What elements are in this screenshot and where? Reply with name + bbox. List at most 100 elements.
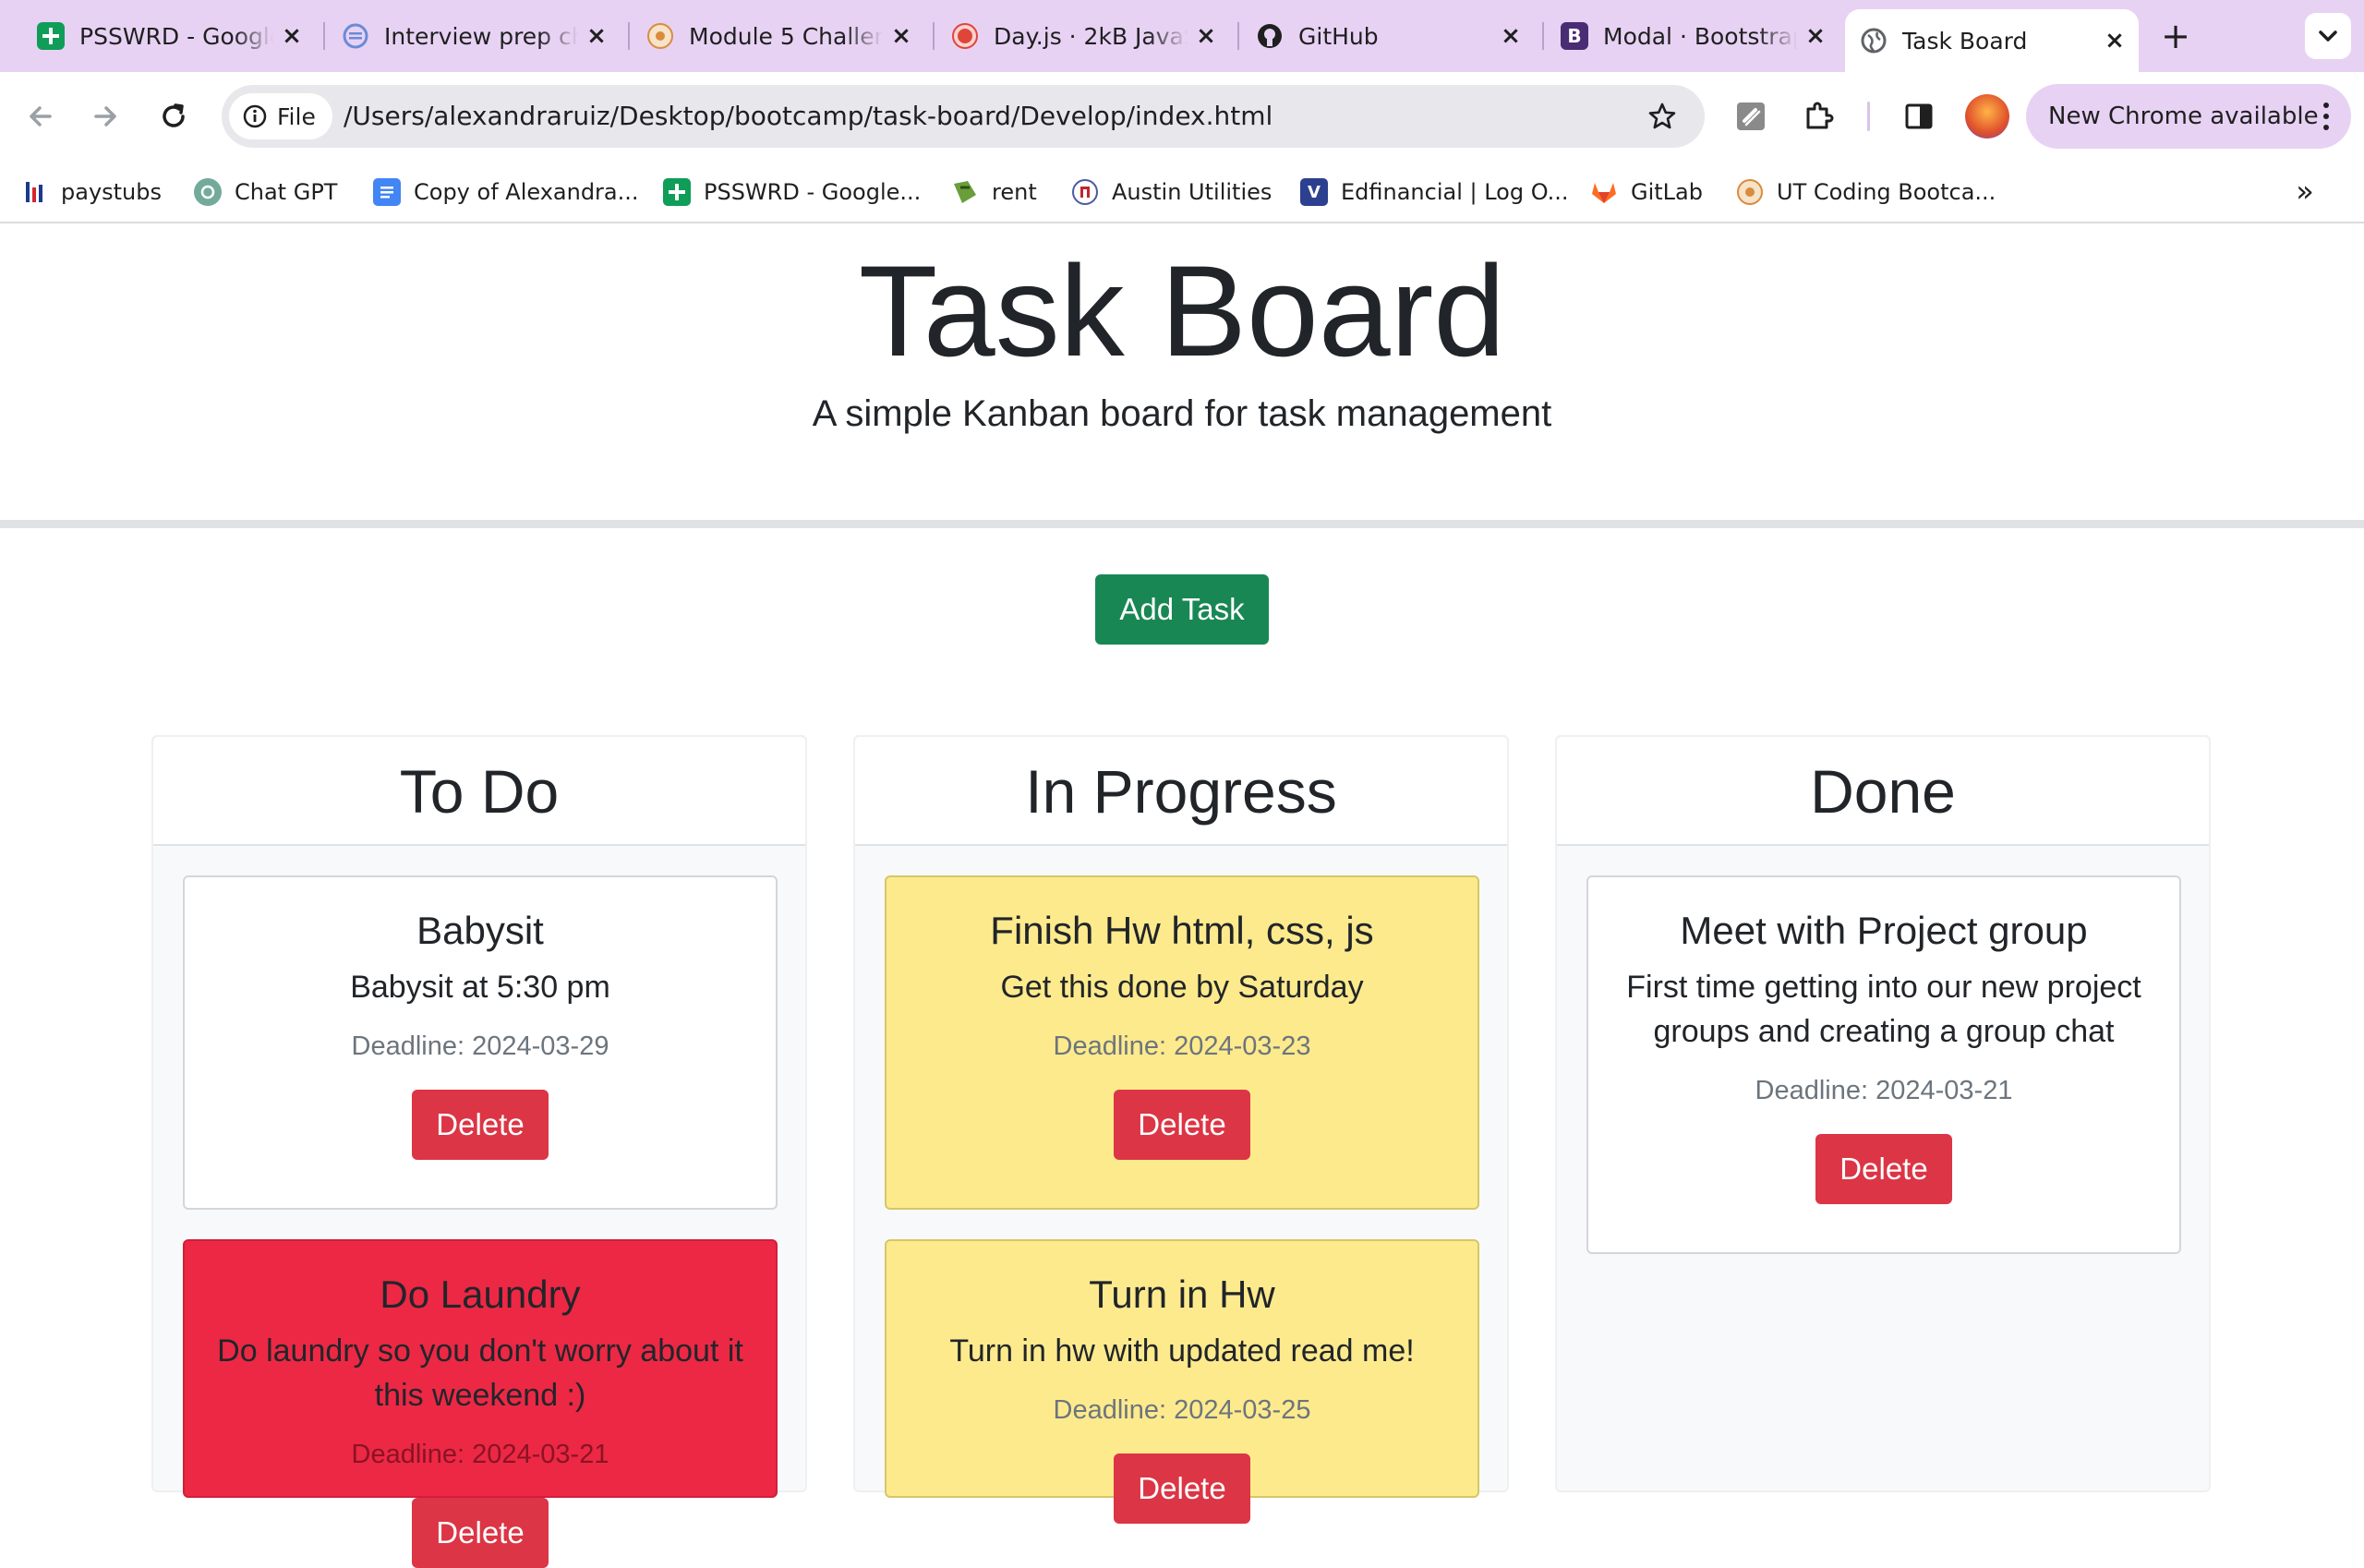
url-text[interactable]: /Users/alexandraruiz/Desktop/bootcamp/ta…	[344, 85, 1272, 148]
bookmark-label: Copy of Alexandra...	[414, 179, 639, 205]
lane-title: To Do	[399, 757, 560, 826]
bootstrap-icon: B	[1561, 22, 1588, 50]
tab-title: PSSWRD - Google Sheets	[79, 22, 273, 50]
task-deadline: Deadline: 2024-03-23	[1053, 1031, 1311, 1061]
close-icon[interactable]: ×	[1500, 24, 1522, 48]
gitlab-icon	[1590, 178, 1618, 206]
tab-divider	[1542, 22, 1544, 50]
tab-search-button[interactable]	[2305, 13, 2351, 59]
lane-done: Done Meet with Project group First time …	[1555, 735, 2211, 1492]
extension-tag-icon	[1737, 103, 1765, 130]
bookmark-chat-gpt[interactable]: Chat GPT	[194, 175, 337, 209]
close-icon[interactable]: ×	[281, 24, 303, 48]
austin-icon	[1071, 178, 1099, 206]
task-card[interactable]: Finish Hw html, css, js Get this done by…	[885, 875, 1479, 1210]
tab-modal-bootstrap[interactable]: B Modal · Bootstrap ×	[1546, 11, 1839, 61]
close-icon[interactable]: ×	[585, 24, 608, 48]
bookmark-psswrd[interactable]: PSSWRD - Google...	[663, 175, 921, 209]
close-icon[interactable]: ×	[1804, 24, 1827, 48]
bookmark-copy-of-alexandra[interactable]: Copy of Alexandra...	[373, 175, 639, 209]
profile-avatar[interactable]	[1965, 94, 2009, 139]
tab-divider	[933, 22, 935, 50]
reload-button[interactable]	[151, 94, 196, 139]
ut-seal-icon	[646, 22, 674, 50]
task-deadline: Deadline: 2024-03-29	[351, 1031, 609, 1061]
bookmark-label: PSSWRD - Google...	[704, 179, 922, 205]
back-button[interactable]	[18, 94, 63, 139]
tab-dayjs[interactable]: Day.js · 2kB JavaScript ×	[936, 11, 1230, 61]
bookmarks-bar: paystubs Chat GPT Copy of Alexandra... P…	[0, 161, 2364, 223]
globe-icon	[1860, 27, 1888, 54]
tab-task-board[interactable]: Task Board ×	[1845, 9, 2139, 72]
lane-to-do: To Do Babysit Babysit at 5:30 pm Deadlin…	[151, 735, 807, 1568]
task-title: Finish Hw html, css, js	[990, 909, 1374, 952]
delete-button[interactable]: Delete	[1114, 1089, 1250, 1160]
task-description: Get this done by Saturday	[1000, 969, 1364, 1005]
sheets-icon	[663, 178, 691, 206]
task-card[interactable]: Meet with Project group First time getti…	[1586, 875, 2181, 1254]
tab-interview-prep[interactable]: Interview prep checklist ×	[327, 11, 621, 61]
forward-button[interactable]	[83, 94, 127, 139]
bookmark-paystubs[interactable]: paystubs	[20, 175, 162, 209]
new-tab-button[interactable]: +	[2157, 18, 2194, 55]
tab-divider	[628, 22, 630, 50]
tab-psswrd[interactable]: PSSWRD - Google Sheets ×	[22, 11, 316, 61]
bookmark-edfinancial[interactable]: V Edfinancial | Log O...	[1300, 175, 1569, 209]
bookmark-label: Chat GPT	[235, 179, 338, 205]
delete-button[interactable]: Delete	[1815, 1133, 1952, 1204]
star-icon[interactable]	[1647, 102, 1677, 131]
github-icon	[1256, 22, 1284, 50]
info-icon	[243, 104, 267, 128]
close-icon[interactable]: ×	[1195, 24, 1217, 48]
task-description: Do laundry so you don't worry about it t…	[217, 1333, 743, 1413]
site-info-label: File	[277, 103, 316, 130]
ut-seal-icon	[1736, 178, 1764, 206]
chrome-update-button[interactable]: New Chrome available	[2026, 84, 2351, 149]
arrow-right-icon	[94, 106, 116, 127]
side-panel-button[interactable]	[1897, 94, 1941, 139]
bookmark-ut-coding-bootcamp[interactable]: UT Coding Bootca...	[1736, 175, 1996, 209]
tab-github[interactable]: GitHub ×	[1241, 11, 1535, 61]
close-icon[interactable]: ×	[890, 24, 912, 48]
paystubs-icon	[20, 178, 48, 206]
close-icon[interactable]: ×	[2104, 29, 2126, 53]
task-title: Babysit	[416, 909, 544, 952]
puzzle-icon	[1806, 102, 1834, 129]
rent-icon	[951, 178, 979, 206]
side-panel-icon	[1905, 103, 1933, 129]
bookmark-label: GitLab	[1631, 179, 1703, 205]
sheets-icon	[37, 22, 65, 50]
task-deadline: Deadline: 2024-03-21	[1755, 1075, 2013, 1105]
extensions-menu-button[interactable]	[1797, 94, 1841, 139]
delete-button[interactable]: Delete	[1114, 1453, 1250, 1524]
lane-title: Done	[1810, 757, 1956, 826]
lane-header: In Progress	[855, 737, 1507, 846]
lane-title: In Progress	[1025, 757, 1337, 826]
bookmark-gitlab[interactable]: GitLab	[1590, 175, 1703, 209]
tab-title: Task Board	[1902, 27, 2028, 54]
browser-toolbar: File /Users/alexandraruiz/Desktop/bootca…	[0, 72, 2364, 161]
task-card[interactable]: Do Laundry Do laundry so you don't worry…	[183, 1239, 778, 1568]
chevron-down-icon	[2319, 30, 2337, 42]
task-card[interactable]: Turn in Hw Turn in hw with updated read …	[885, 1239, 1479, 1524]
bookmark-rent[interactable]: rent	[951, 175, 1037, 209]
task-card[interactable]: Babysit Babysit at 5:30 pm Deadline: 202…	[183, 875, 778, 1210]
bookmark-austin-utilities[interactable]: Austin Utilities	[1071, 175, 1272, 209]
extension-button[interactable]	[1729, 94, 1773, 139]
add-task-button[interactable]: Add Task	[1095, 574, 1269, 645]
site-info-chip[interactable]: File	[229, 93, 332, 139]
toolbar-divider	[1867, 102, 1870, 131]
tab-module-5[interactable]: Module 5 Challenge ×	[632, 11, 925, 61]
task-deadline: Deadline: 2024-03-21	[351, 1439, 609, 1469]
globe-lines-icon	[342, 22, 369, 50]
bookmarks-overflow-button[interactable]: »	[2288, 175, 2322, 209]
edfinancial-icon: V	[1300, 178, 1328, 206]
page-header: Task Board A simple Kanban board for tas…	[0, 223, 2364, 528]
address-bar[interactable]: File /Users/alexandraruiz/Desktop/bootca…	[222, 85, 1705, 148]
delete-button[interactable]: Delete	[412, 1497, 549, 1568]
delete-button[interactable]: Delete	[412, 1089, 549, 1160]
dayjs-icon	[951, 22, 979, 50]
task-description: Babysit at 5:30 pm	[350, 969, 610, 1005]
bookmark-label: UT Coding Bootca...	[1777, 179, 1996, 205]
bookmark-label: rent	[992, 179, 1037, 205]
